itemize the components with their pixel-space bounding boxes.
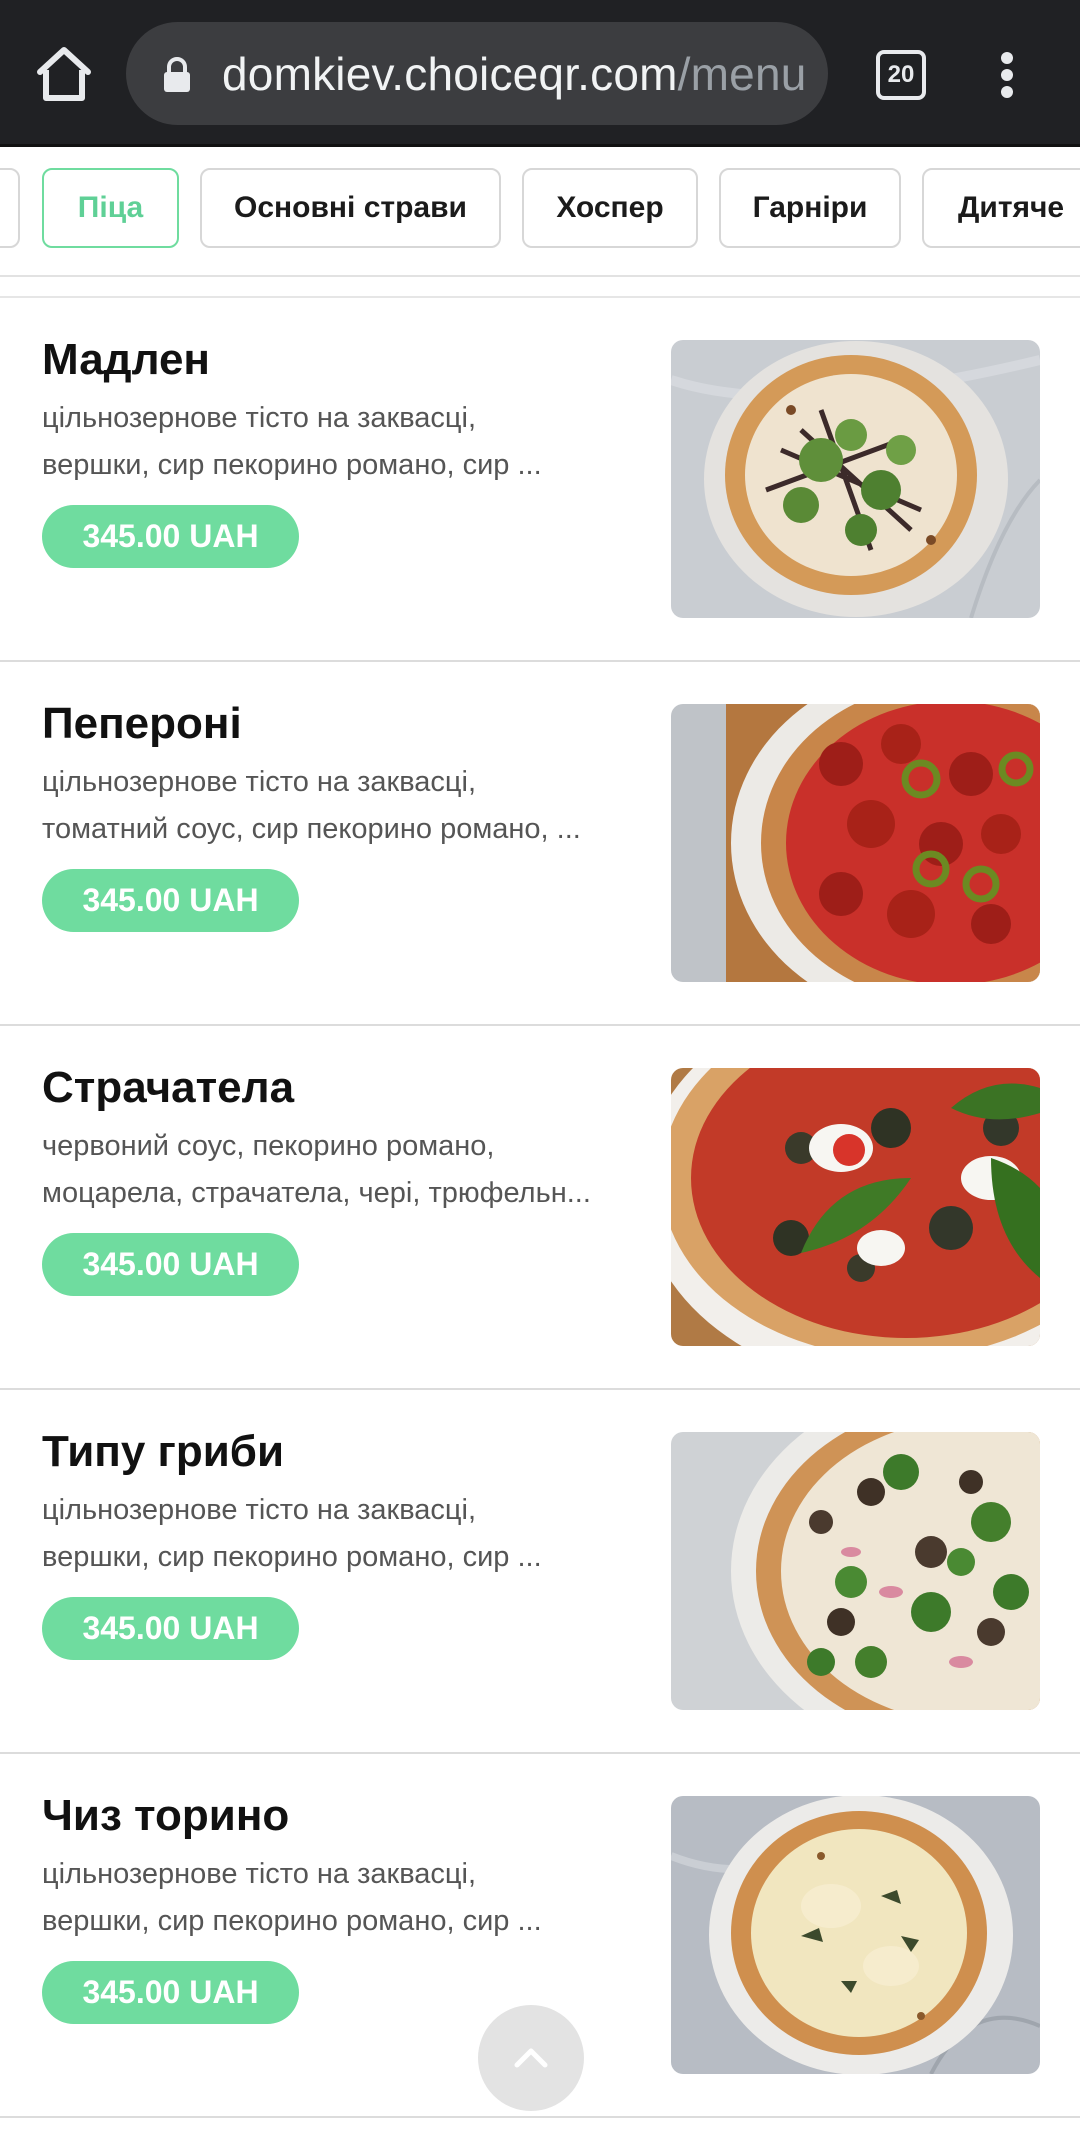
item-title: Чиз торино (42, 1791, 290, 1840)
price-badge: 345.00 UAH (42, 1233, 299, 1296)
category-chip-pizza[interactable]: Піца (42, 168, 179, 248)
item-title: Пепероні (42, 699, 242, 748)
url-text: domkiev.choiceqr.com/menu (222, 46, 807, 102)
category-chip-kids[interactable]: Дитяче (922, 168, 1080, 248)
home-icon[interactable] (34, 46, 94, 102)
address-bar[interactable]: domkiev.choiceqr.com/menu (126, 22, 828, 125)
category-chip-josper[interactable]: Хоспер (522, 168, 698, 248)
menu-item[interactable]: Пепероні цільнозернове тісто на заквасці… (0, 662, 1080, 1026)
menu-item[interactable]: Типу гриби цільнозернове тісто на заквас… (0, 1390, 1080, 1754)
item-description: цільнозернове тісто на заквасці, вершки, … (42, 1494, 542, 1573)
price-badge: 345.00 UAH (42, 1597, 299, 1660)
price-badge: 345.00 UAH (42, 869, 299, 932)
item-photo (671, 704, 1040, 982)
item-description: цільнозернове тісто на заквасці, томатний… (42, 766, 581, 845)
item-photo (671, 340, 1040, 618)
item-description: червоний соус, пекорино романо, моцарела,… (42, 1130, 591, 1209)
browser-toolbar: domkiev.choiceqr.com/menu 20 (0, 0, 1080, 147)
item-description: цільнозернове тісто на заквасці, вершки, … (42, 402, 542, 481)
url-path: /menu (677, 48, 807, 100)
item-photo (671, 1068, 1040, 1346)
category-chip-previous[interactable] (0, 168, 20, 248)
category-chip-main-dishes[interactable]: Основні страви (200, 168, 501, 248)
chevron-up-icon (514, 2048, 548, 2068)
price-badge: 345.00 UAH (42, 1961, 299, 2024)
item-description: цільнозернове тісто на заквасці, вершки, … (42, 1858, 542, 1937)
tab-switcher-button[interactable]: 20 (876, 50, 926, 100)
lock-icon (162, 56, 192, 94)
item-title: Страчатела (42, 1063, 295, 1112)
item-photo (671, 1796, 1040, 2074)
menu-item[interactable]: Мадлен цільнозернове тісто на заквасці, в… (0, 298, 1080, 662)
item-title: Типу гриби (42, 1427, 284, 1476)
scroll-to-top-button[interactable] (478, 2005, 584, 2111)
category-chip-sides[interactable]: Гарніри (719, 168, 901, 248)
more-vert-icon[interactable] (992, 50, 1022, 100)
item-title: Мадлен (42, 335, 211, 384)
price-badge: 345.00 UAH (42, 505, 299, 568)
url-domain: domkiev.choiceqr.com (222, 48, 678, 100)
item-photo (671, 1432, 1040, 1710)
tab-count: 20 (876, 50, 926, 100)
category-bar: Піца Основні страви Хоспер Гарніри Дитяч… (0, 147, 1080, 277)
menu-item[interactable]: Страчатела червоний соус, пекорино роман… (0, 1026, 1080, 1390)
